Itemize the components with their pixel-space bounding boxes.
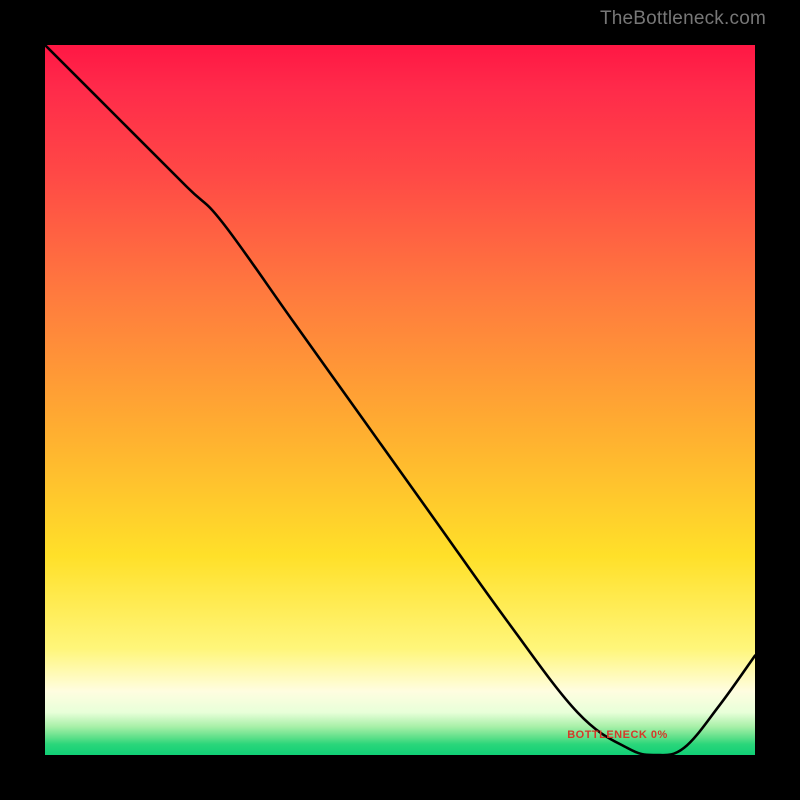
chart-frame: BOTTLENECK 0%: [30, 30, 770, 770]
chart-line-layer: [45, 45, 755, 755]
chart-plot-area: BOTTLENECK 0%: [45, 45, 755, 755]
bottleneck-zero-label: BOTTLENECK 0%: [567, 729, 668, 741]
watermark-text: TheBottleneck.com: [600, 8, 766, 30]
bottleneck-curve: [45, 45, 755, 755]
